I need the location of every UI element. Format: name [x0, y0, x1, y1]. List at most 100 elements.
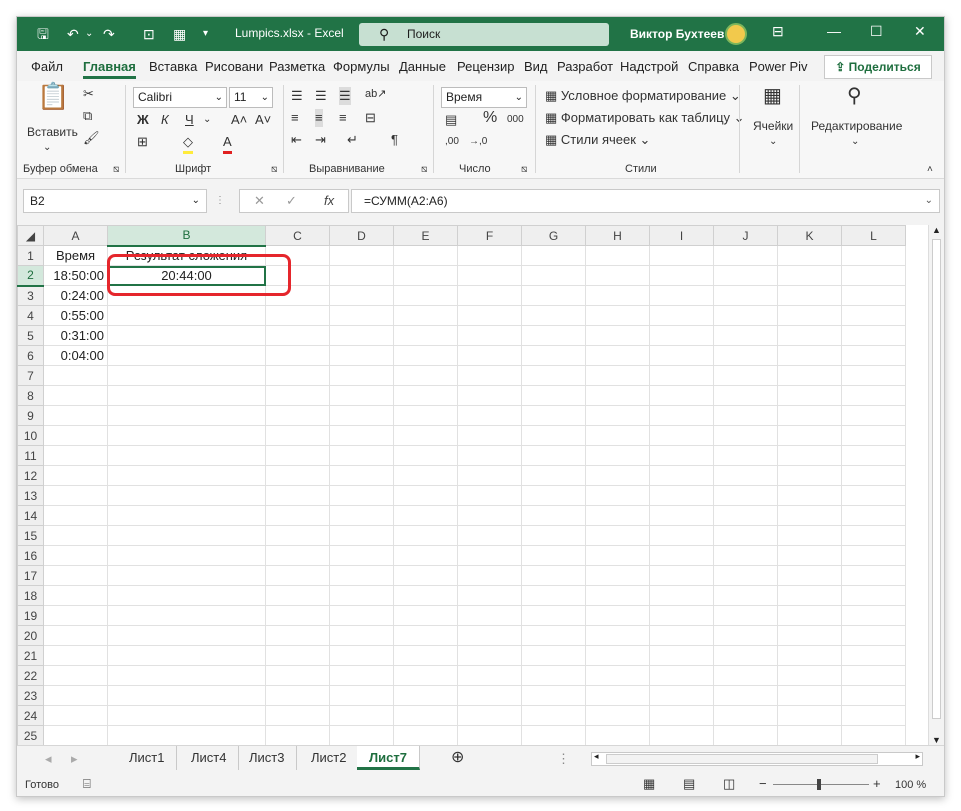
wrap-text-icon[interactable]: ↵ [347, 131, 358, 149]
tab-power-pivot[interactable]: Power Piv [749, 59, 808, 74]
macro-icon[interactable]: ⌸ [83, 775, 91, 793]
cell[interactable] [521, 665, 586, 686]
cell[interactable] [265, 405, 330, 426]
cell[interactable] [265, 385, 330, 406]
cell[interactable] [107, 365, 266, 386]
cell[interactable] [585, 385, 650, 406]
cell[interactable] [521, 345, 586, 366]
orientation-icon[interactable]: ab↗ [365, 85, 386, 103]
cell[interactable] [841, 545, 906, 566]
cell[interactable] [521, 625, 586, 646]
cell[interactable] [585, 445, 650, 466]
font-launcher-icon[interactable]: ⧅ [271, 161, 277, 179]
cell[interactable] [585, 605, 650, 626]
tab-formulas[interactable]: Формулы [333, 59, 390, 74]
cell[interactable] [585, 265, 650, 286]
cell[interactable] [649, 445, 714, 466]
rtl-icon[interactable]: ¶ [391, 131, 398, 149]
row-header[interactable]: 3 [17, 285, 44, 306]
cell[interactable] [393, 245, 458, 266]
insert-function-button[interactable]: fx [324, 190, 334, 212]
cell[interactable] [521, 485, 586, 506]
select-all-corner[interactable]: ◢ [17, 225, 44, 246]
cell[interactable] [329, 665, 394, 686]
worksheet[interactable]: ◢ A B C D E F G H I J K L 1 Время Результат сложения 2 1… [17, 225, 928, 745]
scroll-thumb[interactable] [932, 239, 941, 719]
cell[interactable] [649, 625, 714, 646]
cell[interactable] [43, 425, 108, 446]
cell[interactable] [107, 725, 266, 745]
cell[interactable] [777, 685, 842, 706]
tab-addins[interactable]: Надстрой [620, 59, 678, 74]
cell[interactable] [329, 465, 394, 486]
cell[interactable] [521, 325, 586, 346]
cell[interactable] [393, 505, 458, 526]
cell[interactable] [265, 725, 330, 745]
cell[interactable] [329, 605, 394, 626]
cell[interactable] [107, 585, 266, 606]
cell[interactable] [329, 645, 394, 666]
sheet-tab[interactable]: Лист7 [357, 746, 420, 770]
cell[interactable] [649, 665, 714, 686]
cell[interactable] [841, 705, 906, 726]
cell[interactable] [457, 365, 522, 386]
cell[interactable] [585, 525, 650, 546]
horizontal-scrollbar[interactable]: ◂ ▸ [591, 751, 923, 766]
zoom-in-icon[interactable]: + [873, 775, 881, 793]
save-icon[interactable]: 🖫 [37, 25, 49, 43]
cell[interactable] [777, 245, 842, 266]
cell[interactable] [329, 325, 394, 346]
cell[interactable] [107, 505, 266, 526]
cell[interactable] [457, 525, 522, 546]
cell[interactable] [777, 725, 842, 745]
cell[interactable] [841, 685, 906, 706]
zoom-slider[interactable] [773, 784, 869, 785]
cell[interactable]: 0:31:00 [43, 325, 108, 346]
scroll-up-icon[interactable]: ▲ [932, 225, 941, 235]
cell[interactable] [777, 605, 842, 626]
tab-help[interactable]: Справка [688, 59, 739, 74]
cell[interactable] [649, 465, 714, 486]
cell[interactable] [107, 605, 266, 626]
increase-font-icon[interactable]: A˄ [231, 111, 247, 129]
cell[interactable] [841, 465, 906, 486]
cell[interactable] [457, 585, 522, 606]
cell[interactable] [649, 645, 714, 666]
cell[interactable] [713, 545, 778, 566]
row-header[interactable]: 13 [17, 485, 44, 506]
cell[interactable] [585, 285, 650, 306]
cell[interactable] [457, 545, 522, 566]
cell-styles-button[interactable]: ▦ Стили ячеек ⌄ [545, 131, 650, 149]
cell[interactable] [393, 325, 458, 346]
row-header[interactable]: 10 [17, 425, 44, 446]
alignment-launcher-icon[interactable]: ⧅ [421, 161, 427, 179]
cell[interactable] [649, 685, 714, 706]
conditional-format-button[interactable]: ▦ Условное форматирование ⌄ [545, 87, 741, 105]
cell[interactable] [265, 505, 330, 526]
italic-button[interactable]: К [161, 111, 169, 129]
row-header[interactable]: 6 [17, 345, 44, 366]
cell[interactable] [329, 485, 394, 506]
cell[interactable] [841, 525, 906, 546]
cell[interactable] [393, 645, 458, 666]
cell[interactable] [521, 365, 586, 386]
cell[interactable] [649, 325, 714, 346]
cell[interactable] [649, 245, 714, 266]
tab-insert[interactable]: Вставка [149, 59, 197, 74]
cell[interactable] [777, 385, 842, 406]
cell[interactable] [43, 665, 108, 686]
cell[interactable] [265, 565, 330, 586]
cell[interactable] [457, 705, 522, 726]
tab-home[interactable]: Главная [83, 59, 136, 79]
cell[interactable] [107, 445, 266, 466]
cell[interactable] [265, 445, 330, 466]
row-header[interactable]: 5 [17, 325, 44, 346]
cell[interactable] [393, 685, 458, 706]
cell[interactable] [329, 525, 394, 546]
percent-icon[interactable]: % [483, 109, 497, 127]
table-icon[interactable]: ▦ [173, 25, 186, 43]
cell[interactable] [841, 485, 906, 506]
cell[interactable] [841, 445, 906, 466]
cell[interactable] [649, 305, 714, 326]
align-top-icon[interactable]: ☰ [291, 87, 303, 105]
